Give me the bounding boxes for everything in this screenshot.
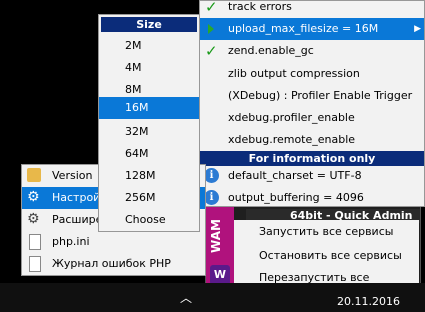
taskbar: ︿ 20.11.2016 [0,283,425,312]
info-item-default-charset: i default_charset = UTF-8 [200,165,424,187]
info-icon: i [204,168,219,183]
size-submenu: Size 2M 4M 8M 16M 32M 64M 128M 256M Choo… [98,14,200,232]
check-icon: ✓ [205,0,218,16]
menu-item-upload-max-filesize[interactable]: upload_max_filesize = 16M ▶ [200,18,424,40]
menu-item-xdebug-remote-enable[interactable]: xdebug.remote_enable [200,129,424,151]
size-option-64m[interactable]: 64M [99,143,199,165]
php-settings-menu: ✓ track errors upload_max_filesize = 16M… [199,0,425,207]
menu-item-xdebug-profiler-enable[interactable]: xdebug.profiler_enable [200,107,424,129]
menu-item-track-errors[interactable]: ✓ track errors [200,0,424,18]
taskbar-chevron-up-icon[interactable]: ︿ [180,289,192,306]
menu-item-zend-enable-gc[interactable]: ✓ zend.enable_gc [200,40,424,62]
size-option-16m[interactable]: 16M [99,97,199,119]
size-option-2m[interactable]: 2M [99,35,199,57]
folder-icon [27,168,41,182]
size-option-128m[interactable]: 128M [99,165,199,187]
menu-item-zlib-output-compression[interactable]: zlib output compression [200,63,424,85]
size-option-32m[interactable]: 32M [99,121,199,143]
left-menu-item-php-error-log[interactable]: Журнал ошибок PHP [22,253,205,275]
submenu-arrow-icon [208,24,214,34]
check-icon: ✓ [205,42,218,60]
info-item-output-buffering: i output_buffering = 4096 [200,187,424,209]
size-option-256m[interactable]: 256M [99,187,199,209]
document-icon [29,256,41,272]
wamp-brand-text: WAM [209,219,223,253]
chevron-right-icon: ▶ [414,24,421,34]
start-all-services-item[interactable]: Запустить все сервисы [259,225,393,238]
document-icon [29,234,41,250]
size-option-4m[interactable]: 4M [99,57,199,79]
size-header: Size [101,17,197,32]
info-icon: i [204,190,219,205]
gear-icon: ⚙ [27,189,40,205]
taskbar-date: 20.11.2016 [337,295,400,308]
section-header-info: For information only [200,151,424,166]
size-option-choose[interactable]: Choose [99,209,199,231]
stop-all-services-item[interactable]: Остановить все сервисы [259,249,402,262]
gear-icon: ⚙ [27,211,40,227]
left-menu-item-php-ini[interactable]: php.ini [22,231,205,253]
menu-item-xdebug-profiler-trigger[interactable]: (XDebug) : Profiler Enable Trigger [200,85,424,107]
wamp-logo-icon: W [210,265,230,285]
